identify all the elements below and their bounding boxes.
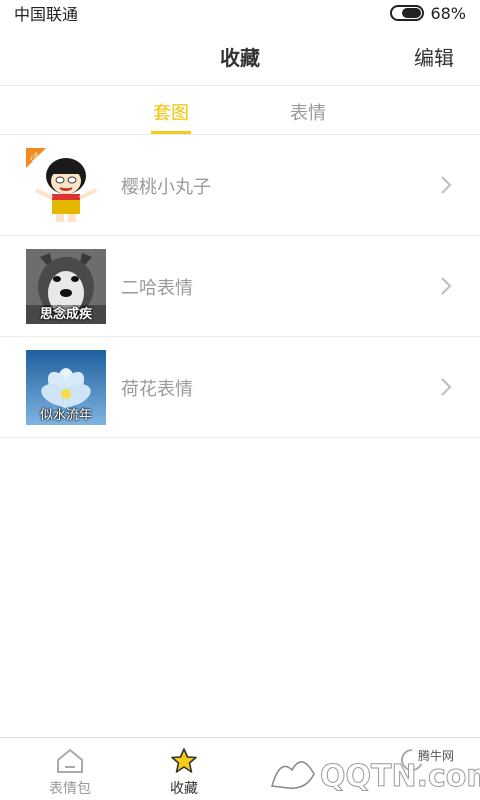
- nav-item-stickers[interactable]: 表情包: [30, 746, 110, 798]
- thumb-caption: 似水流年: [39, 408, 92, 423]
- item-title: 樱桃小丸子: [121, 177, 211, 198]
- tab-stickers[interactable]: 表情: [278, 99, 338, 125]
- status-right: 68%: [390, 4, 466, 23]
- item-title: 荷花表情: [121, 379, 193, 400]
- nav-label: 表情包: [49, 781, 91, 797]
- cartoon-girl-sticker-icon: GIF: [26, 148, 106, 223]
- list-item[interactable]: GIF 樱桃小丸子: [0, 135, 480, 236]
- active-tab-indicator: [151, 131, 191, 134]
- tab-bar: 套图 表情: [0, 87, 480, 135]
- bottom-nav: 表情包 收藏: [0, 737, 480, 800]
- thumb-caption: 思念成疾: [39, 307, 92, 322]
- lotus-photo-icon: 似水流年: [26, 350, 106, 425]
- title-bar: 收藏 编辑: [0, 26, 480, 86]
- profile-icon: [372, 746, 452, 774]
- collection-list: GIF 樱桃小丸子 思念成疾 二哈表情 似水流年 荷花表情: [0, 135, 480, 438]
- carrier-label: 中国联通: [14, 5, 79, 24]
- battery-percent: 68%: [430, 3, 466, 23]
- star-icon: [144, 746, 224, 774]
- hidden-icon: [258, 746, 338, 774]
- chevron-right-icon: [441, 378, 452, 396]
- list-item[interactable]: 似水流年 荷花表情: [0, 337, 480, 438]
- list-item[interactable]: 思念成疾 二哈表情: [0, 236, 480, 337]
- tab-sets[interactable]: 套图: [141, 99, 201, 125]
- chevron-right-icon: [441, 277, 452, 295]
- husky-photo-icon: 思念成疾: [26, 249, 106, 324]
- item-title: 二哈表情: [121, 278, 193, 299]
- nav-label: 收藏: [170, 781, 198, 797]
- battery-icon: [390, 5, 425, 21]
- chevron-right-icon: [441, 176, 452, 194]
- page-title: 收藏: [220, 46, 260, 70]
- nav-item-favorites[interactable]: 收藏: [144, 746, 224, 798]
- nav-item-3[interactable]: [258, 746, 338, 774]
- battery-fill: [402, 8, 422, 18]
- edit-button[interactable]: 编辑: [414, 42, 454, 71]
- status-bar: 中国联通 68%: [0, 0, 480, 26]
- screen: 中国联通 68% 收藏 编辑 套图 表情 GIF 樱桃小丸子 思念成疾 二哈表情…: [0, 0, 480, 800]
- home-icon: [30, 746, 110, 774]
- nav-item-profile[interactable]: [372, 746, 452, 774]
